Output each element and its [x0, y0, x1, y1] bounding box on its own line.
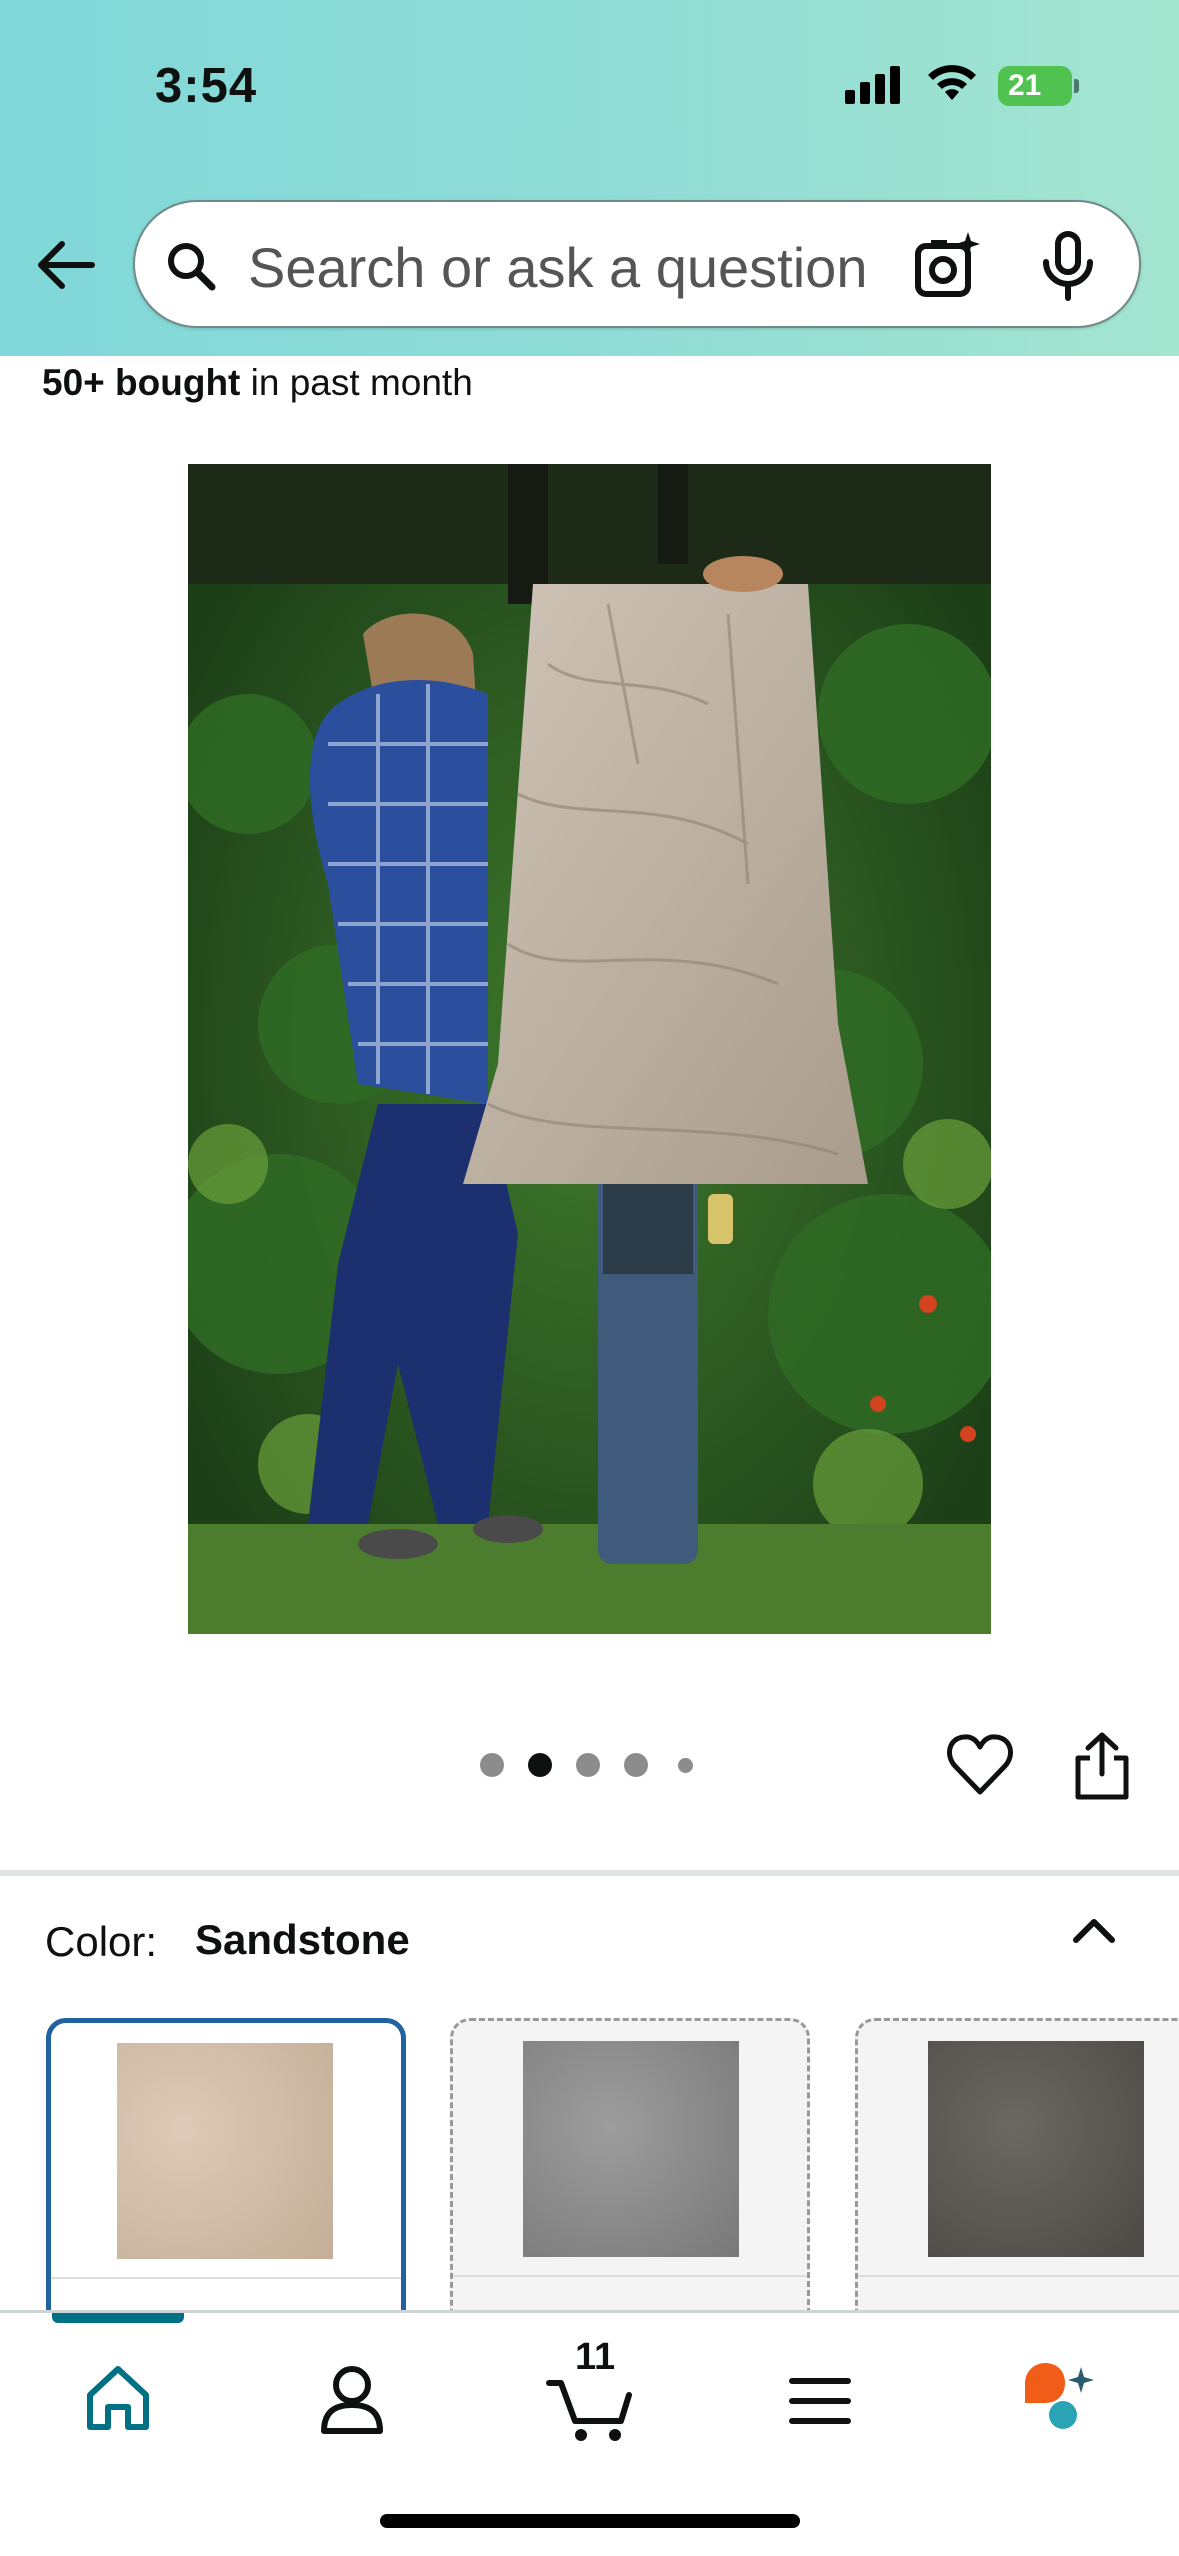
- battery-icon: 21: [998, 66, 1079, 106]
- active-tab-indicator: [52, 2313, 184, 2323]
- cart-count-badge: 11: [575, 2336, 616, 2378]
- section-divider: [0, 1870, 1179, 1876]
- microphone-icon[interactable]: [1038, 230, 1098, 302]
- swatch-texture: [928, 2041, 1144, 2257]
- menu-icon[interactable]: [780, 2353, 860, 2443]
- search-bar[interactable]: Search or ask a question: [133, 200, 1141, 328]
- search-icon: [168, 243, 216, 291]
- swatch-texture: [117, 2043, 333, 2259]
- color-label: Color:: [45, 1918, 158, 1965]
- carousel-dot[interactable]: [678, 1758, 693, 1773]
- cellular-signal-icon: [845, 64, 905, 104]
- carousel-dot[interactable]: [624, 1753, 648, 1777]
- back-arrow-icon[interactable]: [32, 230, 102, 300]
- carousel-dot[interactable]: [576, 1753, 600, 1777]
- swatch-texture: [523, 2041, 739, 2257]
- bought-count-text: 50+ bought in past month: [42, 362, 473, 404]
- chevron-up-icon[interactable]: [1068, 1910, 1120, 1950]
- product-image[interactable]: [188, 464, 991, 1634]
- carousel-dot-active[interactable]: [528, 1753, 552, 1777]
- status-time: 3:54: [155, 59, 258, 113]
- heart-icon[interactable]: [945, 1730, 1015, 1800]
- share-icon[interactable]: [1070, 1730, 1134, 1802]
- carousel-dot[interactable]: [480, 1753, 504, 1777]
- bought-count-suffix: in past month: [240, 362, 473, 403]
- battery-level: 21: [998, 66, 1072, 106]
- color-value: Sandstone: [195, 1916, 410, 1963]
- home-indicator: [380, 2514, 800, 2528]
- bought-count-bold: 50+ bought: [42, 362, 241, 403]
- wifi-icon: [928, 65, 976, 100]
- home-icon[interactable]: [78, 2353, 158, 2443]
- header: 3:54 21 Search or ask a question: [0, 0, 1179, 356]
- ai-assistant-icon[interactable]: [1015, 2353, 1105, 2443]
- search-input[interactable]: Search or ask a question: [248, 236, 908, 300]
- account-icon[interactable]: [312, 2353, 392, 2443]
- camera-lens-icon[interactable]: [910, 230, 982, 302]
- image-carousel-dots[interactable]: [480, 1753, 700, 1783]
